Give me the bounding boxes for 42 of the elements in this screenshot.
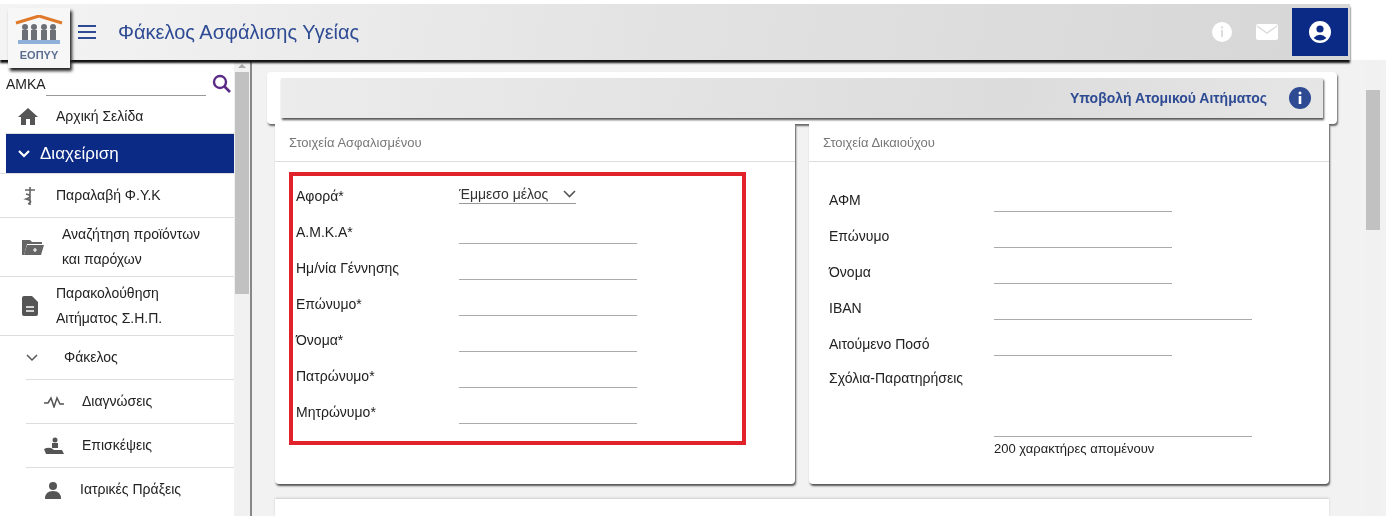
menu-icon[interactable] <box>78 25 96 39</box>
scrollbar-thumb[interactable] <box>1366 90 1380 230</box>
app-title: Φάκελος Ασφάλισης Υγείας <box>118 20 360 44</box>
person-icon <box>44 480 62 499</box>
sidebar-item[interactable]: Διαχείριση <box>6 133 234 173</box>
chevron-icon <box>563 190 576 198</box>
search-icon[interactable] <box>211 74 232 94</box>
chevron-icon <box>18 149 30 158</box>
scrollbar-thumb[interactable] <box>235 72 249 294</box>
field-label: IBAN <box>829 300 863 318</box>
account-button[interactable] <box>1292 8 1348 56</box>
folder-icon <box>22 239 44 255</box>
info-icon[interactable] <box>1289 87 1311 109</box>
field-label: Σχόλια-Παρατηρήσεις <box>829 370 965 388</box>
home-icon <box>18 108 38 125</box>
field-label: Επώνυμο* <box>296 296 363 314</box>
field-label: Ημ/νία Γέννησης <box>296 260 401 278</box>
select-field[interactable]: Έμμεσο μέλος <box>459 186 576 204</box>
field-label: Μητρώνυμο* <box>296 404 377 422</box>
card-title: Στοιχεία Ασφαλισμένου <box>275 124 795 162</box>
field-label: Επώνυμο <box>829 228 891 246</box>
document-icon <box>22 296 38 316</box>
submit-button[interactable]: Υποβολή Ατομικού Αιτήματος <box>1065 88 1271 108</box>
helper-text: 200 χαρακτήρες απομένουν <box>994 441 1156 456</box>
field-label: Όνομα <box>829 264 872 282</box>
search-label: ΑΜΚΑ <box>6 76 46 92</box>
caduceus-icon <box>22 186 38 205</box>
sidebar-item[interactable]: Παρακολούθηση Αιτήματος Σ.Η.Π. <box>0 276 234 335</box>
pulse-icon <box>44 395 64 408</box>
field-label: Αφορά* <box>296 188 345 206</box>
sidebar-item[interactable]: Αρχική Σελίδα <box>0 100 234 133</box>
field-label: Αιτούμενο Ποσό <box>829 336 931 354</box>
field-label: ΑΦΜ <box>829 192 862 210</box>
chevron-icon <box>26 353 38 362</box>
account-icon <box>1309 21 1331 43</box>
field-label: Πατρώνυμο* <box>296 368 376 386</box>
mail-icon[interactable] <box>1256 24 1278 40</box>
card-title: Στοιχεία Δικαιούχου <box>809 124 1329 162</box>
hand-icon <box>44 436 64 455</box>
field-label: Α.Μ.Κ.Α* <box>296 224 354 242</box>
logo-text: ΕΟΠΥΥ <box>19 49 59 61</box>
field-label: Όνομα* <box>296 332 345 350</box>
